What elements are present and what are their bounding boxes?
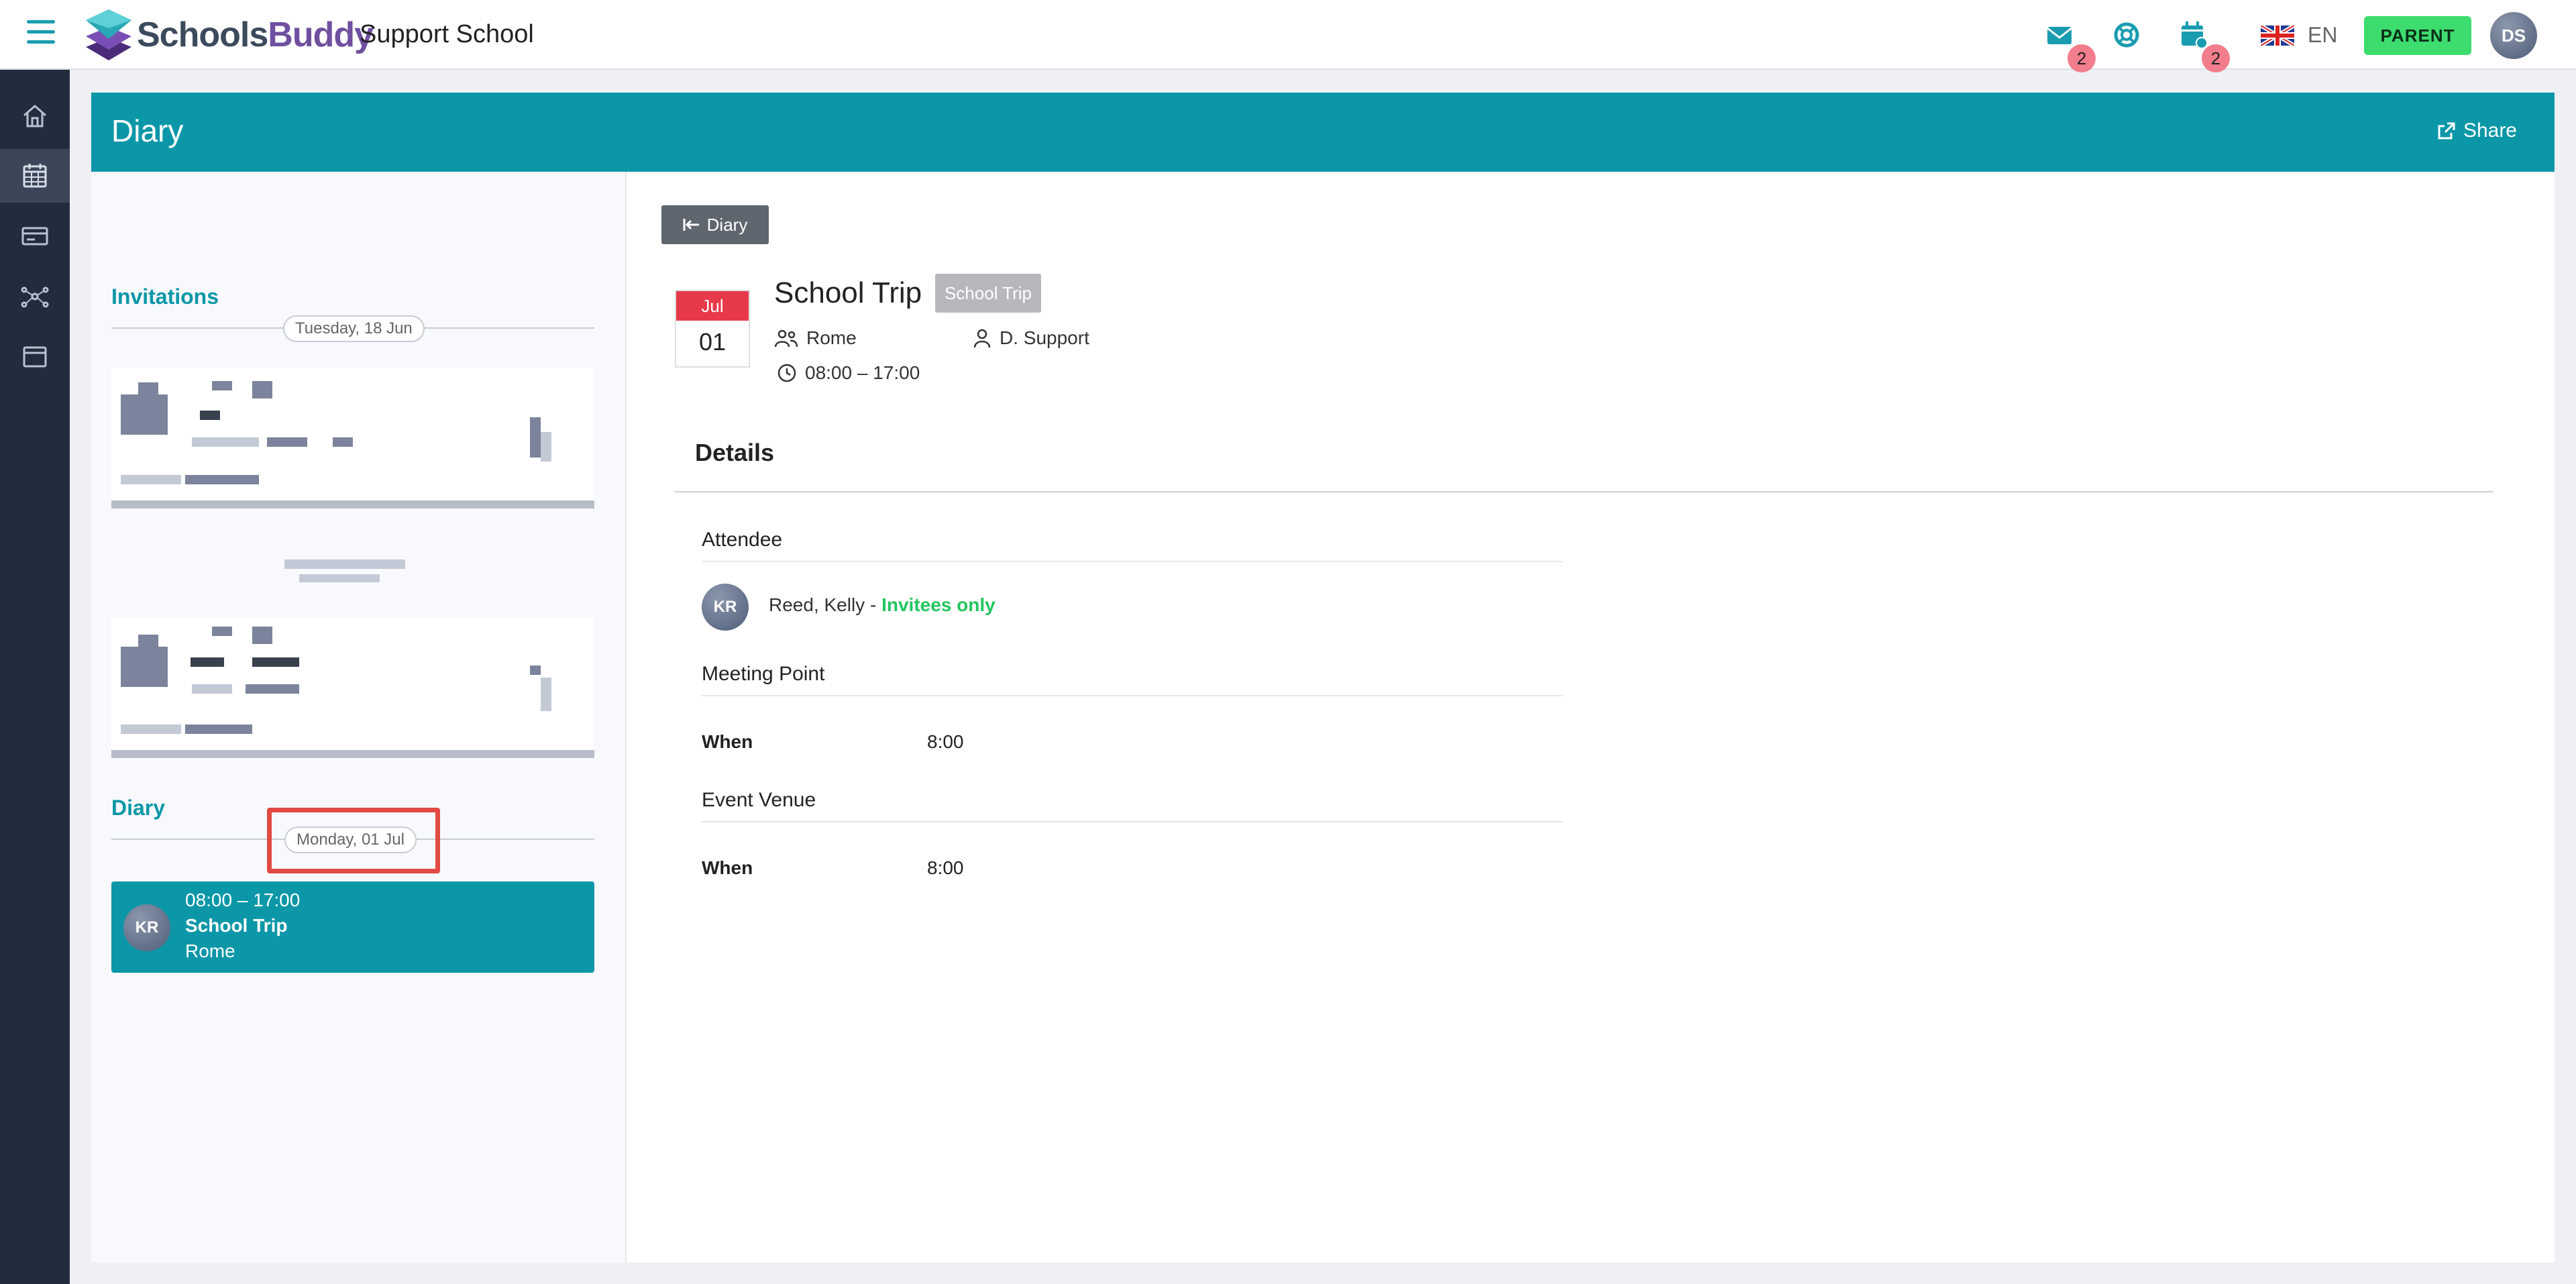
top-bar: SchoolsBuddy Support School 2 2 EN PAREN… bbox=[0, 0, 2576, 72]
attendee-entry: Reed, Kelly - Invitees only bbox=[769, 594, 996, 616]
event-heading: School Trip bbox=[774, 276, 922, 309]
page-title: Diary bbox=[111, 113, 184, 148]
network-icon bbox=[21, 286, 49, 308]
details-heading: Details bbox=[695, 439, 775, 466]
detail-time: 08:00 – 17:00 bbox=[805, 362, 920, 383]
lifebuoy-icon[interactable] bbox=[2110, 19, 2143, 51]
event-title: School Trip bbox=[185, 915, 288, 936]
back-label: Diary bbox=[706, 214, 748, 235]
menu-icon[interactable] bbox=[27, 20, 55, 47]
nav-diary[interactable] bbox=[0, 149, 70, 203]
blurred-date-separator bbox=[284, 559, 405, 569]
detail-location: Rome bbox=[806, 327, 857, 348]
calendar-user-icon[interactable] bbox=[2178, 19, 2210, 51]
diary-header: Diary Share bbox=[91, 93, 2555, 172]
school-name: Support School bbox=[360, 20, 534, 48]
home-icon bbox=[23, 105, 46, 127]
invitation-card-blurred[interactable] bbox=[111, 617, 594, 758]
calendar-icon bbox=[23, 164, 47, 188]
calendar-day: 01 bbox=[698, 328, 727, 356]
parent-role-button[interactable]: PARENT bbox=[2364, 16, 2471, 55]
invitations-title: Invitations bbox=[111, 284, 219, 309]
invitation-card-blurred[interactable] bbox=[111, 368, 594, 509]
attendee-divider bbox=[702, 561, 1563, 562]
events-badge: 2 bbox=[2202, 44, 2230, 72]
calendar-date-tile: Jul 01 bbox=[675, 290, 750, 368]
user-avatar[interactable]: DS bbox=[2490, 12, 2537, 59]
detail-organizer: D. Support bbox=[1000, 327, 1089, 348]
back-arrow-icon bbox=[683, 219, 699, 231]
brand-name[interactable]: SchoolsBuddy bbox=[137, 15, 374, 55]
event-venue-divider bbox=[702, 821, 1563, 822]
mail-icon[interactable] bbox=[2043, 19, 2076, 51]
main-content: Diary Share Invitations Tuesday, 18 Jun bbox=[91, 93, 2555, 1263]
nav-home[interactable] bbox=[0, 89, 70, 142]
diary-event-card[interactable]: KR 08:00 – 17:00 School Trip Rome bbox=[111, 881, 594, 973]
blurred-date-separator-2 bbox=[299, 574, 380, 582]
event-location-meta: Rome bbox=[774, 327, 857, 349]
messages-badge: 2 bbox=[2068, 44, 2096, 72]
attendee-heading: Attendee bbox=[702, 529, 783, 551]
share-label: Share bbox=[2463, 119, 2517, 142]
nav-network[interactable] bbox=[0, 270, 70, 323]
event-organizer-meta: D. Support bbox=[973, 327, 1089, 349]
nav-payments[interactable] bbox=[0, 209, 70, 263]
invitations-date-pill: Tuesday, 18 Jun bbox=[283, 315, 425, 342]
share-icon bbox=[2438, 122, 2455, 140]
calendar-month: Jul bbox=[676, 291, 749, 321]
clock-icon bbox=[777, 364, 796, 382]
window-icon bbox=[23, 346, 47, 368]
diary-section-title: Diary bbox=[111, 796, 166, 820]
language-selector[interactable]: EN bbox=[2308, 23, 2337, 48]
left-nav bbox=[0, 70, 70, 1284]
event-time-meta: 08:00 – 17:00 bbox=[777, 362, 920, 384]
person-icon bbox=[973, 329, 991, 348]
share-button[interactable]: Share bbox=[2436, 119, 2517, 142]
card-icon bbox=[21, 227, 48, 246]
meeting-when-value: 8:00 bbox=[927, 731, 964, 752]
details-divider bbox=[675, 491, 2493, 492]
meeting-point-divider bbox=[702, 695, 1563, 696]
venue-when-label: When bbox=[702, 857, 753, 878]
uk-flag-icon[interactable] bbox=[2261, 25, 2294, 46]
event-avatar: KR bbox=[123, 904, 170, 951]
event-type-tag: School Trip bbox=[935, 274, 1041, 313]
venue-when-value: 8:00 bbox=[927, 857, 964, 878]
group-icon bbox=[774, 329, 798, 347]
attendee-avatar: KR bbox=[702, 584, 749, 631]
logo-icon bbox=[86, 9, 131, 60]
meeting-point-heading: Meeting Point bbox=[702, 663, 825, 685]
event-venue-heading: Event Venue bbox=[702, 789, 816, 811]
event-location: Rome bbox=[185, 941, 235, 961]
event-time: 08:00 – 17:00 bbox=[185, 890, 301, 910]
attendee-status: Invitees only bbox=[881, 594, 996, 615]
back-to-diary-button[interactable]: Diary bbox=[661, 205, 769, 244]
diary-list-panel: Invitations Tuesday, 18 Jun Diary Monday… bbox=[91, 172, 627, 1263]
nav-window[interactable] bbox=[0, 330, 70, 384]
highlight-box bbox=[267, 808, 440, 873]
meeting-when-label: When bbox=[702, 731, 753, 752]
attendee-name: Reed, Kelly - bbox=[769, 594, 882, 615]
